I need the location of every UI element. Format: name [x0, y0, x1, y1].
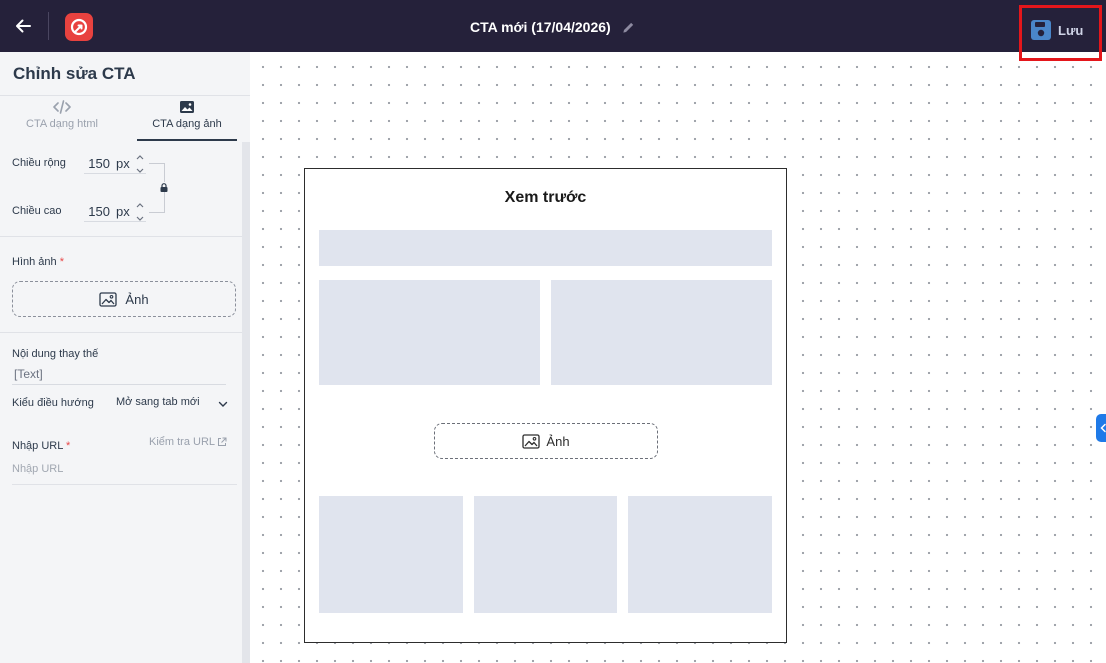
cta-placeholder-label: Ảnh: [546, 433, 570, 449]
skeleton-block: [628, 496, 772, 613]
chevron-down-icon: [136, 216, 144, 221]
height-stepper[interactable]: [136, 202, 144, 222]
navigation-type-value[interactable]: Mở sang tab mới: [116, 396, 200, 408]
chevron-up-icon: [136, 203, 144, 208]
save-button[interactable]: Lưu: [1030, 16, 1083, 44]
app-logo: [65, 13, 93, 41]
width-unit: px: [116, 156, 130, 171]
document-title: CTA mới (17/04/2026): [470, 19, 611, 35]
preview-card: Xem trước Ảnh: [304, 168, 787, 643]
top-bar: CTA mới (17/04/2026) Lưu: [0, 0, 1106, 61]
chevron-down-icon[interactable]: [217, 398, 229, 410]
code-icon: [53, 100, 71, 114]
image-upload-label: Ảnh: [125, 291, 149, 307]
alt-text-input[interactable]: [Text]: [12, 365, 226, 385]
width-value: 150: [88, 156, 110, 171]
panel-title: Chỉnh sửa CTA: [13, 64, 136, 83]
preview-title: Xem trước: [504, 189, 587, 206]
panel-divider: [0, 95, 250, 96]
tab-image-label: CTA dạng ảnh: [152, 118, 222, 130]
width-input[interactable]: 150 px: [84, 154, 146, 174]
width-label: Chiều rộng: [12, 157, 66, 169]
skeleton-banner: [319, 230, 772, 266]
panel-scrollbar[interactable]: [242, 142, 250, 663]
side-panel-toggle[interactable]: [1096, 414, 1106, 442]
arrow-left-icon: [16, 19, 31, 33]
header-divider: [48, 12, 49, 40]
image-icon: [99, 291, 118, 307]
height-input[interactable]: 150 px: [84, 202, 146, 222]
check-url-link[interactable]: Kiểm tra URL: [149, 436, 227, 448]
chevron-down-icon: [136, 168, 144, 173]
url-input[interactable]: Nhập URL: [12, 461, 237, 481]
required-mark: *: [66, 440, 71, 452]
section-divider: [0, 332, 242, 333]
skeleton-block: [474, 496, 617, 613]
check-url-label: Kiểm tra URL: [149, 436, 216, 448]
save-label: Lưu: [1058, 22, 1084, 38]
logo-icon: [70, 18, 88, 36]
navigation-type-label: Kiểu điều hướng: [12, 397, 94, 409]
active-tab-indicator: [137, 139, 237, 141]
image-field-label: Hình ảnh *: [12, 256, 64, 268]
tab-image-cta[interactable]: CTA dạng ảnh: [137, 100, 237, 140]
lock-icon[interactable]: [159, 182, 169, 192]
height-value: 150: [88, 204, 110, 219]
skeleton-block: [319, 496, 463, 613]
image-icon: [180, 101, 194, 113]
image-icon: [522, 433, 541, 449]
section-divider: [0, 236, 242, 237]
skeleton-block: [319, 280, 540, 385]
external-link-icon: [218, 437, 227, 446]
tab-html-label: CTA dạng html: [26, 118, 98, 130]
image-upload-button[interactable]: Ảnh: [12, 281, 236, 317]
back-button[interactable]: [10, 13, 36, 39]
floppy-disk-icon: [1031, 20, 1051, 40]
alt-text-label: Nội dung thay thế: [12, 348, 99, 360]
url-label: Nhập URL *: [12, 440, 71, 452]
chevron-left-icon: [1100, 423, 1106, 433]
cta-image-placeholder[interactable]: Ảnh: [434, 423, 658, 459]
required-mark: *: [59, 256, 64, 268]
tab-html-cta[interactable]: CTA dạng html: [12, 100, 112, 140]
url-underline: [12, 484, 237, 485]
document-title-group: CTA mới (17/04/2026): [470, 17, 637, 37]
height-label: Chiều cao: [12, 205, 62, 217]
height-unit: px: [116, 204, 130, 219]
chevron-up-icon: [136, 155, 144, 160]
skeleton-block: [551, 280, 772, 385]
pencil-icon[interactable]: [621, 19, 637, 35]
width-stepper[interactable]: [136, 154, 144, 174]
